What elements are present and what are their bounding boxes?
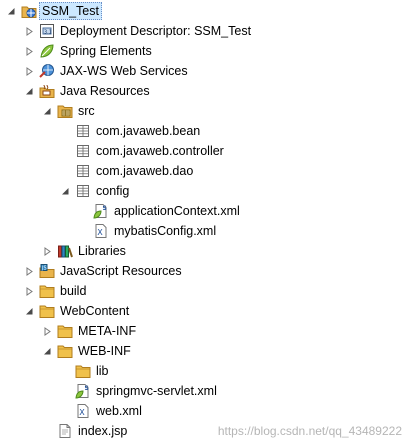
folder-icon [39, 303, 55, 319]
tree-item[interactable]: WEB-INF [40, 341, 131, 361]
spring-leaf-icon [39, 43, 55, 59]
folder-icon [39, 283, 55, 299]
tree-item-label: JAX-WS Web Services [60, 64, 188, 78]
tree-item[interactable]: Xweb.xml [58, 401, 142, 421]
tree-item[interactable]: XmybatisConfig.xml [76, 221, 216, 241]
tree-item[interactable]: Sspringmvc-servlet.xml [58, 381, 217, 401]
tree-item-label: mybatisConfig.xml [114, 224, 217, 238]
package-icon [75, 123, 91, 139]
collapsed-arrow-icon[interactable] [22, 63, 36, 79]
java-resources-icon [39, 83, 55, 99]
project-explorer-tree: SSM_Test 3.1 Deployment Descriptor: SSM_Te… [0, 0, 408, 442]
tree-item[interactable]: SSM_Test [4, 1, 102, 21]
tree-item-label: applicationContext.xml [114, 204, 240, 218]
tree-item[interactable]: com.javaweb.controller [58, 141, 224, 161]
xml-file-icon: X [75, 403, 91, 419]
tree-item[interactable]: Libraries [40, 241, 126, 261]
tree-item-label: index.jsp [78, 424, 128, 438]
folder-icon [75, 363, 91, 379]
collapsed-arrow-icon[interactable] [22, 283, 36, 299]
source-folder-icon [57, 103, 73, 119]
tree-item-label: SSM_Test [39, 2, 102, 20]
tree-item[interactable]: src [40, 101, 95, 121]
tree-item[interactable]: build [22, 281, 86, 301]
tree-item-label: com.javaweb.dao [96, 164, 194, 178]
tree-item-label: Spring Elements [60, 44, 152, 58]
spring-xml-icon: S [75, 383, 91, 399]
libraries-icon [57, 243, 73, 259]
collapsed-arrow-icon[interactable] [40, 243, 54, 259]
expanded-arrow-icon[interactable] [40, 343, 54, 359]
tree-item-label: Libraries [78, 244, 126, 258]
tree-item-label: Java Resources [60, 84, 150, 98]
svg-text:S: S [85, 385, 89, 392]
tree-item[interactable]: index.jsp [40, 421, 127, 441]
tree-item[interactable]: META-INF [40, 321, 136, 341]
tree-item-label: src [78, 104, 95, 118]
tree-item[interactable]: Java Resources [22, 81, 150, 101]
tree-item-label: config [96, 184, 130, 198]
tree-item-label: com.javaweb.controller [96, 144, 224, 158]
web-services-icon [39, 63, 55, 79]
svg-text:X: X [97, 228, 103, 237]
tree-item-label: com.javaweb.bean [96, 124, 201, 138]
package-icon [75, 183, 91, 199]
tree-item[interactable]: com.javaweb.dao [58, 161, 193, 181]
folder-icon [57, 343, 73, 359]
collapsed-arrow-icon[interactable] [22, 43, 36, 59]
tree-item-label: web.xml [96, 404, 142, 418]
tree-item-label: build [60, 284, 87, 298]
collapsed-arrow-icon[interactable] [40, 323, 54, 339]
tree-item-label: WEB-INF [78, 344, 131, 358]
collapsed-arrow-icon[interactable] [22, 263, 36, 279]
tree-item[interactable]: SapplicationContext.xml [76, 201, 240, 221]
tree-item-label: WebContent [60, 304, 130, 318]
folder-icon [57, 323, 73, 339]
svg-text:X: X [79, 408, 85, 417]
expanded-arrow-icon[interactable] [40, 103, 54, 119]
package-icon [75, 143, 91, 159]
spring-xml-icon: S [93, 203, 109, 219]
xml-file-icon: X [93, 223, 109, 239]
tree-item-label: lib [96, 364, 109, 378]
svg-text:S: S [103, 205, 107, 212]
tree-item[interactable]: JAX-WS Web Services [22, 61, 188, 81]
expanded-arrow-icon[interactable] [22, 83, 36, 99]
tree-item[interactable]: WebContent [22, 301, 129, 321]
javascript-resources-icon: JS [39, 263, 55, 279]
deployment-descriptor-icon: 3.1 [39, 23, 55, 39]
tree-item[interactable]: JS JavaScript Resources [22, 261, 182, 281]
package-icon [75, 163, 91, 179]
jsp-file-icon [57, 423, 73, 439]
tree-item[interactable]: com.javaweb.bean [58, 121, 200, 141]
expanded-arrow-icon[interactable] [22, 303, 36, 319]
expanded-arrow-icon[interactable] [4, 3, 18, 19]
expanded-arrow-icon[interactable] [58, 183, 72, 199]
tree-item-label: Deployment Descriptor: SSM_Test [60, 24, 252, 38]
tree-item-label: springmvc-servlet.xml [96, 384, 217, 398]
tree-item[interactable]: lib [58, 361, 109, 381]
web-project-icon [21, 3, 37, 19]
tree-item[interactable]: 3.1 Deployment Descriptor: SSM_Test [22, 21, 251, 41]
tree-item[interactable]: config [58, 181, 129, 201]
tree-item-label: META-INF [78, 324, 137, 338]
svg-text:JS: JS [41, 266, 47, 272]
collapsed-arrow-icon[interactable] [22, 23, 36, 39]
tree-item-label: JavaScript Resources [60, 264, 182, 278]
svg-text:3.1: 3.1 [44, 30, 52, 36]
tree-item[interactable]: Spring Elements [22, 41, 152, 61]
watermark: https://blog.csdn.net/qq_43489222 [217, 424, 402, 438]
